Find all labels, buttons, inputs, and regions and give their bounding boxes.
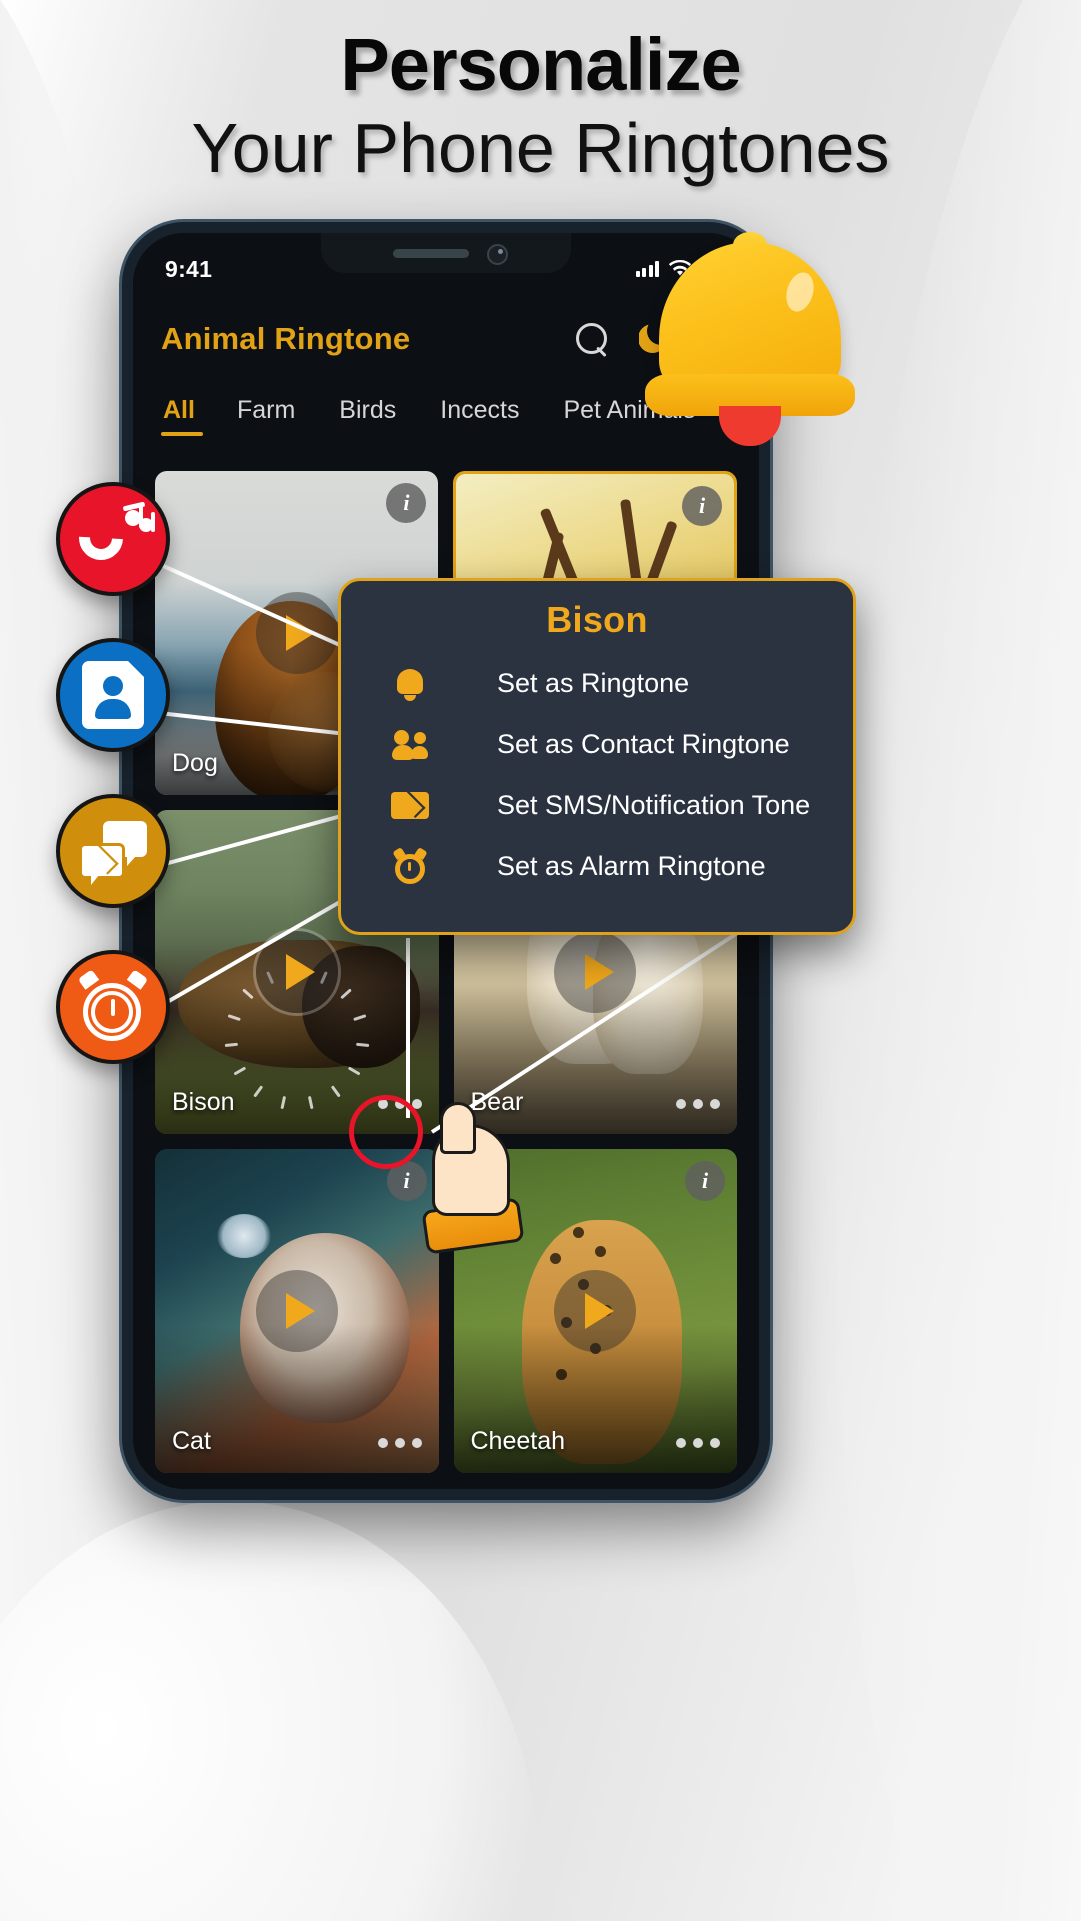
feature-badge-sms-tone bbox=[56, 794, 170, 908]
card-options-button[interactable] bbox=[676, 1099, 720, 1109]
card-title: Dog bbox=[172, 749, 218, 777]
play-button[interactable] bbox=[255, 931, 338, 1013]
card-options-button[interactable] bbox=[377, 1438, 422, 1448]
bell-sticker-icon bbox=[645, 232, 855, 447]
hand-pointer-icon bbox=[418, 1102, 548, 1256]
card-title: Bison bbox=[172, 1088, 235, 1116]
headline-line-2: Your Phone Ringtones bbox=[191, 109, 890, 188]
promo-headline: Personalize Your Phone Ringtones bbox=[0, 0, 1081, 187]
alarm-clock-icon bbox=[387, 846, 433, 885]
play-button[interactable] bbox=[255, 1270, 338, 1352]
info-icon[interactable]: i bbox=[685, 1161, 725, 1201]
popup-title: Bison bbox=[546, 599, 648, 640]
contacts-icon bbox=[387, 729, 433, 760]
popup-item-label: Set SMS/Notification Tone bbox=[497, 790, 811, 820]
popup-item-label: Set as Alarm Ringtone bbox=[497, 851, 766, 881]
contact-card-icon bbox=[82, 661, 144, 729]
envelope-icon bbox=[387, 792, 433, 819]
feature-badge-ringtone bbox=[56, 482, 170, 596]
tab-incects[interactable]: Incects bbox=[418, 396, 541, 425]
popup-item-set-sms-notification-tone[interactable]: Set SMS/Notification Tone bbox=[341, 775, 853, 836]
play-button[interactable] bbox=[554, 1270, 637, 1352]
card-title: Cat bbox=[172, 1427, 211, 1455]
app-title: Animal Ringtone bbox=[161, 321, 411, 356]
popup-item-set-as-ringtone[interactable]: Set as Ringtone bbox=[341, 653, 853, 714]
sms-message-icon bbox=[79, 821, 147, 885]
ringtone-card-cat[interactable]: i Cat bbox=[155, 1149, 439, 1473]
popup-item-label: Set as Contact Ringtone bbox=[497, 729, 790, 759]
tab-all[interactable]: All bbox=[161, 396, 215, 436]
popup-item-set-as-contact-ringtone[interactable]: Set as Contact Ringtone bbox=[341, 714, 853, 775]
tab-birds[interactable]: Birds bbox=[317, 396, 418, 425]
ringtone-options-popup: Bison Set as Ringtone Set as Contact Rin… bbox=[338, 578, 856, 935]
phone-music-icon bbox=[69, 501, 155, 570]
headline-line-1: Personalize bbox=[340, 23, 741, 106]
play-button[interactable] bbox=[554, 931, 637, 1013]
alarm-clock-icon bbox=[77, 969, 149, 1043]
play-button[interactable] bbox=[255, 592, 338, 674]
popup-item-set-as-alarm-ringtone[interactable]: Set as Alarm Ringtone bbox=[341, 836, 853, 897]
feature-badge-alarm-ringtone bbox=[56, 950, 170, 1064]
tab-farm[interactable]: Farm bbox=[215, 396, 317, 425]
status-bar-time: 9:41 bbox=[165, 255, 213, 282]
popup-item-label: Set as Ringtone bbox=[497, 668, 690, 698]
tap-highlight-ring bbox=[349, 1095, 423, 1169]
card-options-button[interactable] bbox=[676, 1438, 720, 1448]
info-icon[interactable]: i bbox=[682, 486, 722, 526]
search-icon[interactable] bbox=[576, 322, 609, 356]
bell-icon bbox=[387, 667, 433, 701]
card-title: Cheetah bbox=[470, 1427, 566, 1455]
feature-badge-contact-ringtone bbox=[56, 638, 170, 752]
